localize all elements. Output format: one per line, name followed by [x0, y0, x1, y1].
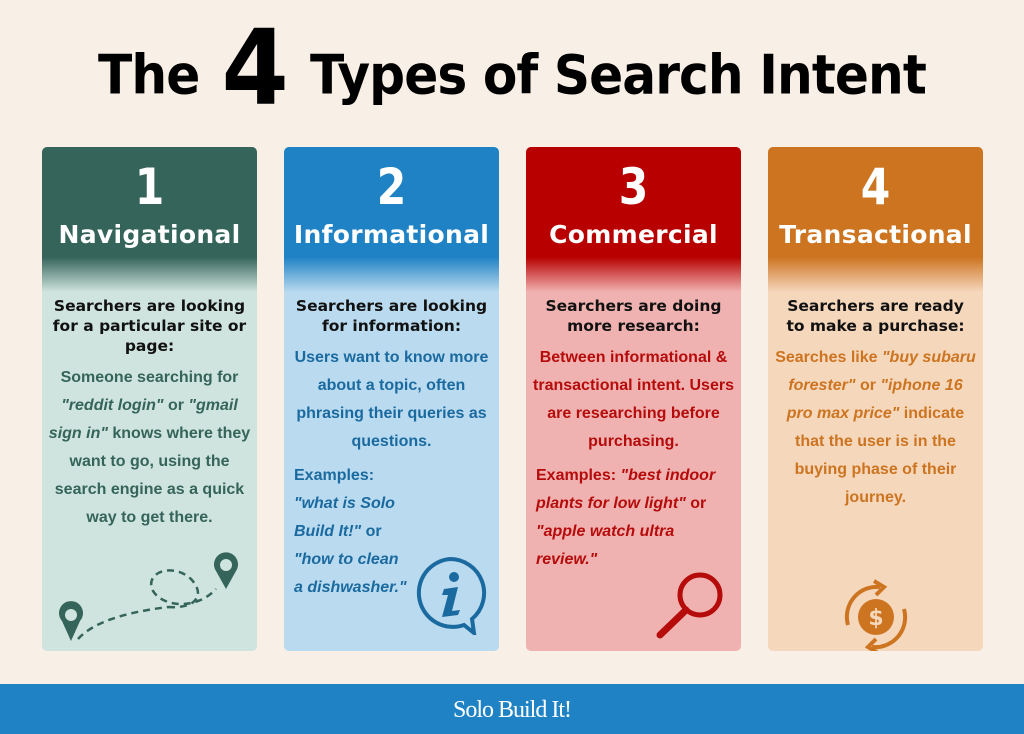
example-query: "reddit login" — [61, 397, 164, 414]
card-lead: Searchers are ready to make a purchase: — [786, 297, 965, 335]
info-speech-bubble-icon — [416, 556, 487, 635]
card-body: Users want to know more about a topic, o… — [284, 336, 499, 456]
map-route-pins-icon — [59, 552, 238, 641]
text-segment: or — [855, 377, 881, 394]
title-suffix: Types of Search Intent — [310, 43, 927, 107]
card-examples: Examples: "best indoor plants for low li… — [526, 456, 741, 574]
title-prefix: The — [98, 43, 200, 107]
card-informational: 2 Informational Searchers are looking fo… — [284, 147, 499, 651]
card-title: Navigational — [58, 220, 241, 249]
card-number: 1 — [134, 158, 165, 216]
card-lead: Searchers are doing more research: — [545, 297, 722, 335]
card-navigational: 1 Navigational Searchers are looking for… — [42, 147, 257, 651]
card-header: 2 Informational — [284, 147, 499, 292]
card-title: Informational — [293, 220, 490, 249]
svg-text:$: $ — [868, 606, 883, 631]
card-body: Searches like "buy subaru forester" or "… — [768, 336, 983, 512]
footer-brand[interactable]: Solo Build It! — [453, 697, 572, 723]
footer-bar: Solo Build It! — [0, 684, 1024, 734]
dollar-cycle-icon: $ — [844, 579, 908, 651]
text-segment: Searches like — [775, 349, 882, 366]
text-segment: or — [361, 523, 382, 540]
text-segment: or — [685, 495, 707, 512]
card-number: 2 — [376, 158, 407, 216]
text-segment: Users want to know more about a topic, o… — [294, 349, 489, 450]
text-segment: Examples: — [536, 467, 621, 484]
card-number: 3 — [618, 158, 649, 216]
card-body: Between informational & transactional in… — [526, 336, 741, 456]
card-title: Commercial — [549, 220, 718, 249]
card-lead: Searchers are looking for a particular s… — [52, 297, 247, 355]
text-segment: Someone searching for — [60, 369, 239, 386]
magnifying-glass-icon — [656, 572, 723, 639]
card-body: Someone searching for "reddit login" or … — [42, 356, 257, 532]
page-title: The 4 Types of Search Intent — [36, 7, 988, 130]
card-header: 1 Navigational — [42, 147, 257, 292]
text-segment: Examples: — [294, 467, 375, 484]
text-segment: or — [163, 397, 189, 414]
card-transactional: 4 Transactional Searchers are ready to m… — [768, 147, 983, 651]
card-title: Transactional — [779, 220, 972, 249]
card-number: 4 — [860, 158, 891, 216]
example-query: "apple watch ultra review." — [536, 523, 675, 568]
card-header: 4 Transactional — [768, 147, 983, 292]
title-number: 4 — [221, 7, 288, 130]
card-lead: Searchers are looking for information: — [295, 297, 488, 335]
card-commercial: 3 Commercial Searchers are doing more re… — [526, 147, 741, 651]
text-segment: Between informational & transactional in… — [533, 349, 734, 450]
card-header: 3 Commercial — [526, 147, 741, 292]
example-query: "how to clean a dishwasher." — [294, 551, 407, 596]
